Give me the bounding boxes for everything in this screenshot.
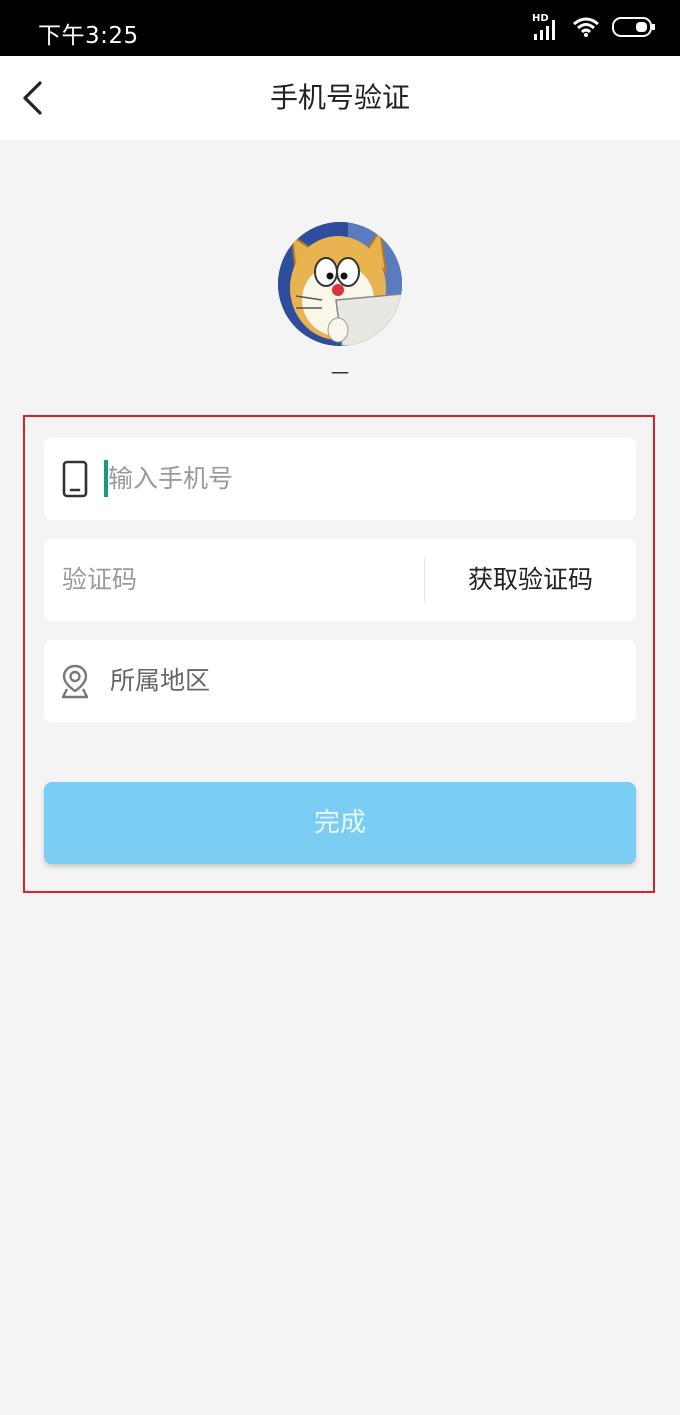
- wifi-icon: [572, 16, 600, 42]
- back-button[interactable]: [10, 76, 54, 120]
- location-pin-icon: [60, 660, 90, 702]
- avatar: [278, 222, 402, 346]
- get-code-button[interactable]: 获取验证码: [425, 539, 636, 621]
- signal-icon: HD: [532, 13, 560, 42]
- status-icons: HD: [532, 13, 656, 42]
- page-title: 手机号验证: [269, 81, 410, 114]
- status-bar: 下午3:25 HD: [0, 0, 680, 56]
- region-field[interactable]: 所属地区: [44, 640, 636, 722]
- verification-code-input[interactable]: 验证码: [62, 539, 137, 621]
- battery-icon: [612, 16, 656, 42]
- chevron-left-icon: [23, 81, 42, 115]
- phone-input[interactable]: 输入手机号: [108, 438, 233, 520]
- nav-bar: 手机号验证: [0, 56, 680, 140]
- submit-button[interactable]: 完成: [44, 782, 636, 864]
- region-selector[interactable]: 所属地区: [110, 640, 210, 722]
- status-time: 下午3:25: [38, 23, 139, 49]
- profile-name: 一: [331, 364, 349, 385]
- phone-icon: [60, 458, 90, 500]
- phone-field[interactable]: 输入手机号: [44, 438, 636, 520]
- verification-code-field[interactable]: 验证码 获取验证码: [44, 539, 636, 621]
